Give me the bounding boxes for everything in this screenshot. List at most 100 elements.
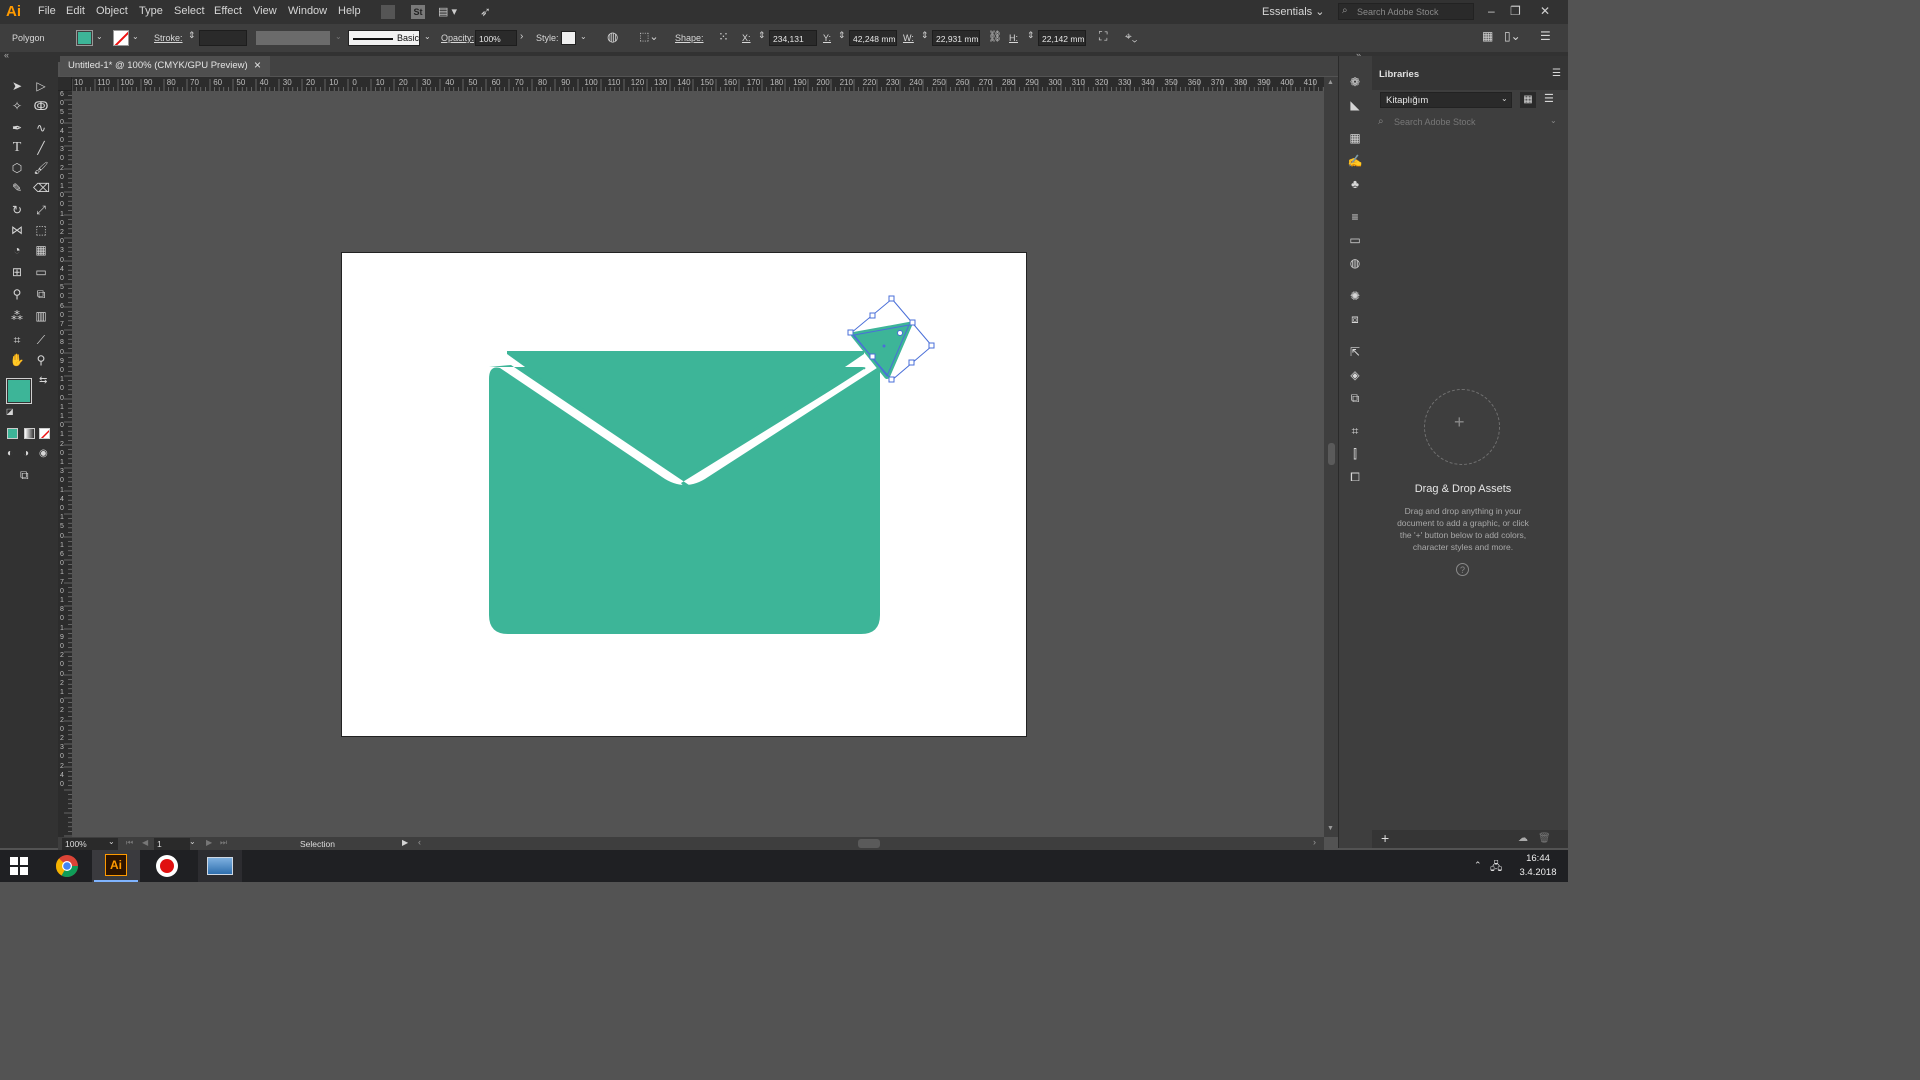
align-panel-icon[interactable]: ⫿ <box>1347 446 1363 462</box>
reference-point-icon[interactable]: ⁙ <box>718 29 729 45</box>
status-menu-icon[interactable]: ▶ <box>402 838 408 847</box>
draw-normal-icon[interactable]: ◐ <box>7 448 13 459</box>
magic-wand-tool-icon[interactable]: ✧ <box>9 98 25 114</box>
zoom-tool-icon[interactable]: ⚲ <box>33 352 49 368</box>
horizontal-scroll-thumb[interactable] <box>858 839 880 848</box>
document-tab[interactable]: Untitled-1* @ 100% (CMYK/GPU Preview) × <box>60 56 270 76</box>
network-icon[interactable]: 🖧 <box>1490 858 1502 877</box>
fill-dropdown-icon[interactable]: ⌄ <box>96 32 103 41</box>
bbox-handle[interactable] <box>908 359 915 366</box>
scale-tool-icon[interactable]: ⤢ <box>33 202 49 218</box>
align-selection-icon[interactable]: ⬚⌄ <box>639 30 659 43</box>
clock-time[interactable]: 16:44 <box>1516 853 1560 864</box>
w-stepper[interactable]: ⇕ <box>921 30 929 41</box>
eraser-tool-icon[interactable]: ⌫ <box>33 180 50 196</box>
constrain-proportions-icon[interactable]: ⛓ <box>988 30 1002 43</box>
menu-window[interactable]: Window <box>288 5 327 17</box>
fill-swatch[interactable] <box>76 30 93 46</box>
collapse-tools-icon[interactable]: « <box>4 50 9 60</box>
gradient-tool-icon[interactable]: ▭ <box>33 264 49 280</box>
type-tool-icon[interactable]: T <box>9 140 25 156</box>
sync-icon[interactable]: ☁ <box>1518 833 1528 844</box>
y-stepper[interactable]: ⇕ <box>838 30 846 41</box>
direct-selection-tool-icon[interactable]: ▷ <box>33 78 49 94</box>
grid-view-icon[interactable]: ▦ <box>1520 92 1536 108</box>
artboards-panel-icon[interactable]: ⧉ <box>1347 390 1363 406</box>
menu-effect[interactable]: Effect <box>214 5 242 17</box>
selection-tool-icon[interactable]: ➤ <box>9 78 25 94</box>
transform-panel-icon[interactable]: ⌗ <box>1347 423 1363 439</box>
stock-search-field[interactable]: ⌕ Search Adobe Stock <box>1338 3 1474 20</box>
pathfinder-icon[interactable]: ⧠ <box>1347 469 1363 485</box>
color-guide-icon[interactable]: ❁ <box>1347 74 1363 90</box>
stroke-stepper[interactable]: ⇕ <box>188 30 196 41</box>
chrome-icon[interactable] <box>55 854 79 878</box>
swap-fill-stroke-icon[interactable]: ⇆ <box>39 375 47 386</box>
scroll-right-icon[interactable]: › <box>1313 837 1316 847</box>
bbox-handle[interactable] <box>869 353 876 360</box>
artboard-number-field[interactable]: 1 <box>154 838 190 850</box>
bbox-handle[interactable] <box>888 295 895 302</box>
bbox-handle[interactable] <box>847 329 854 336</box>
rotate-tool-icon[interactable]: ↻ <box>9 202 25 218</box>
brush-panel-icon[interactable]: ✍ <box>1347 153 1363 169</box>
library-search-placeholder[interactable]: Search Adobe Stock <box>1394 117 1476 127</box>
free-transform-tool-icon[interactable]: ⬚ <box>33 222 49 238</box>
menu-select[interactable]: Select <box>174 5 205 17</box>
vertical-scrollbar[interactable]: ▲ ▼ <box>1324 77 1338 837</box>
transform-each-icon[interactable]: ⛶ <box>1099 29 1107 44</box>
next-artboard-icon[interactable]: ▶ <box>206 838 212 847</box>
slice-tool-icon[interactable]: ⟋ <box>33 332 49 348</box>
library-selector[interactable]: Kitaplığım ⌄ <box>1380 92 1512 108</box>
bbox-handle[interactable] <box>888 376 895 383</box>
h-label[interactable]: H: <box>1009 33 1018 43</box>
w-label[interactable]: W: <box>903 33 914 43</box>
pen-tool-icon[interactable]: ✒ <box>9 120 25 136</box>
arrange-panels-icon[interactable]: ▦ <box>1482 29 1493 43</box>
bbox-handle[interactable] <box>909 319 916 326</box>
menu-edit[interactable]: Edit <box>66 5 85 17</box>
scroll-left-icon[interactable]: ‹ <box>418 837 421 847</box>
symbols-icon[interactable]: ♣ <box>1347 176 1363 192</box>
mesh-tool-icon[interactable]: ⊞ <box>9 264 25 280</box>
opacity-label[interactable]: Opacity: <box>441 33 474 43</box>
envelope-artwork[interactable] <box>489 322 912 634</box>
bbox-handle[interactable] <box>928 342 935 349</box>
minimize-button[interactable]: – <box>1488 4 1495 18</box>
first-artboard-icon[interactable]: ⏮ <box>126 838 133 848</box>
graphic-style-swatch[interactable] <box>561 31 576 45</box>
help-icon[interactable]: ? <box>1456 563 1469 576</box>
artboard-dropdown-icon[interactable]: ⌄ <box>189 837 196 846</box>
stroke-label[interactable]: Stroke: <box>154 33 183 43</box>
menu-view[interactable]: View <box>253 5 277 17</box>
draw-inside-icon[interactable]: ◉ <box>39 448 48 459</box>
y-field[interactable]: 42,248 mm <box>849 30 897 46</box>
x-field[interactable]: 234,131 mm <box>769 30 817 60</box>
layers-icon[interactable]: ◈ <box>1347 367 1363 383</box>
bbox-handle[interactable] <box>869 312 876 319</box>
scroll-thumb[interactable] <box>1328 443 1335 465</box>
gpu-rocket-icon[interactable]: ➶ <box>480 4 491 20</box>
drop-zone-circle[interactable]: + <box>1424 389 1500 465</box>
screen-mode-icon[interactable]: ⧉ <box>20 468 29 483</box>
paintbrush-tool-icon[interactable]: 🖌 <box>33 160 49 176</box>
delete-icon[interactable]: 🗑 <box>1538 833 1551 844</box>
path-options-icon[interactable]: ⌖⌄ <box>1125 29 1137 44</box>
close-window-button[interactable]: ✕ <box>1540 4 1550 18</box>
brush-dropdown-icon[interactable]: ⌄ <box>424 32 431 41</box>
style-dropdown-icon[interactable]: ⌄ <box>580 32 587 41</box>
gradient-mode-button[interactable] <box>24 428 35 439</box>
none-mode-button[interactable] <box>39 428 50 439</box>
shape-label[interactable]: Shape: <box>675 33 704 43</box>
zoom-dropdown-icon[interactable]: ⌄ <box>108 837 115 846</box>
w-field[interactable]: 22,931 mm <box>932 30 980 46</box>
symbol-sprayer-tool-icon[interactable]: ⁂ <box>9 308 25 324</box>
add-asset-button[interactable]: + <box>1381 830 1389 846</box>
photo-viewer-taskbar-item[interactable] <box>198 850 242 882</box>
variable-width-profile[interactable] <box>256 31 330 45</box>
blend-tool-icon[interactable]: ⧉ <box>33 286 49 302</box>
transparency-icon[interactable]: ◍ <box>1347 255 1363 271</box>
stroke-weight-field[interactable] <box>199 30 247 46</box>
h-field[interactable]: 22,142 mm <box>1038 30 1086 46</box>
hand-tool-icon[interactable]: ✋ <box>9 352 25 368</box>
